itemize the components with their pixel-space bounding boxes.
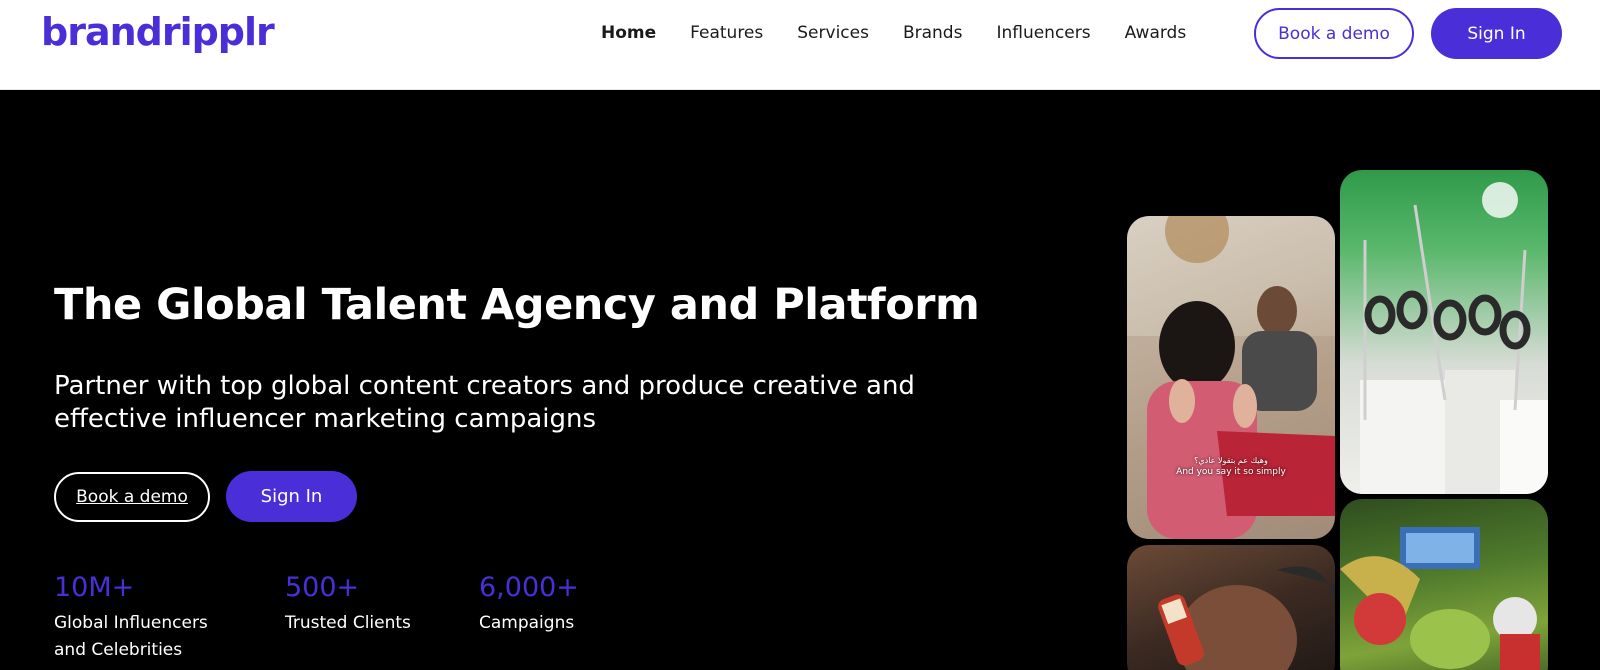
hero-subtitle: Partner with top global content creators… <box>54 371 915 434</box>
header-book-demo-button[interactable]: Book a demo <box>1254 8 1414 59</box>
nav-services[interactable]: Services <box>797 22 869 44</box>
stat-influencers: 10M+ Global Influencers and Celebrities <box>54 570 208 664</box>
stat-label: Campaigns <box>479 613 575 633</box>
stat-value: 6,000+ <box>479 572 579 603</box>
stat-label-line: Global Influencers <box>54 613 208 633</box>
main-nav: Home Features Services Brands Influencer… <box>601 22 1220 44</box>
nav-influencers[interactable]: Influencers <box>996 22 1090 44</box>
stat-campaigns: 6,000+ Campaigns <box>479 570 579 637</box>
header-sign-in-button[interactable]: Sign In <box>1431 8 1562 59</box>
watch-display-illustration <box>1360 182 1548 494</box>
video-caption-english: And you say it so simply <box>1176 467 1286 477</box>
image-couple-video: وهيك عم بتقولا عادي؟ And you say it so s… <box>1127 216 1335 539</box>
hero-sign-in-button[interactable]: Sign In <box>226 471 357 522</box>
image-ketchup-video <box>1127 545 1335 670</box>
stat-label: Global Influencers and Celebrities <box>54 610 208 664</box>
stat-label-line: and Celebrities <box>54 640 183 660</box>
brand-logo[interactable]: brandripplr <box>41 10 275 54</box>
image-watch-display <box>1340 170 1548 494</box>
fans-illustration <box>1340 527 1540 670</box>
stat-clients: 500+ Trusted Clients <box>285 570 411 637</box>
ketchup-illustration <box>1158 566 1335 670</box>
hero-book-demo-button[interactable]: Book a demo <box>54 472 210 522</box>
stat-value: 500+ <box>285 572 360 603</box>
couple-illustration <box>1127 216 1335 539</box>
stat-value: 10M+ <box>54 572 135 603</box>
image-football-fans <box>1340 499 1548 670</box>
stat-label: Trusted Clients <box>285 613 411 633</box>
site-header: brandripplr Home Features Services Brand… <box>0 0 1600 90</box>
nav-brands[interactable]: Brands <box>903 22 963 44</box>
nav-awards[interactable]: Awards <box>1125 22 1187 44</box>
nav-home[interactable]: Home <box>601 22 656 44</box>
nav-features[interactable]: Features <box>690 22 763 44</box>
hero-title: The Global Talent Agency and Platform <box>54 280 980 330</box>
video-caption-arabic: وهيك عم بتقولا عادي؟ <box>1194 456 1268 465</box>
